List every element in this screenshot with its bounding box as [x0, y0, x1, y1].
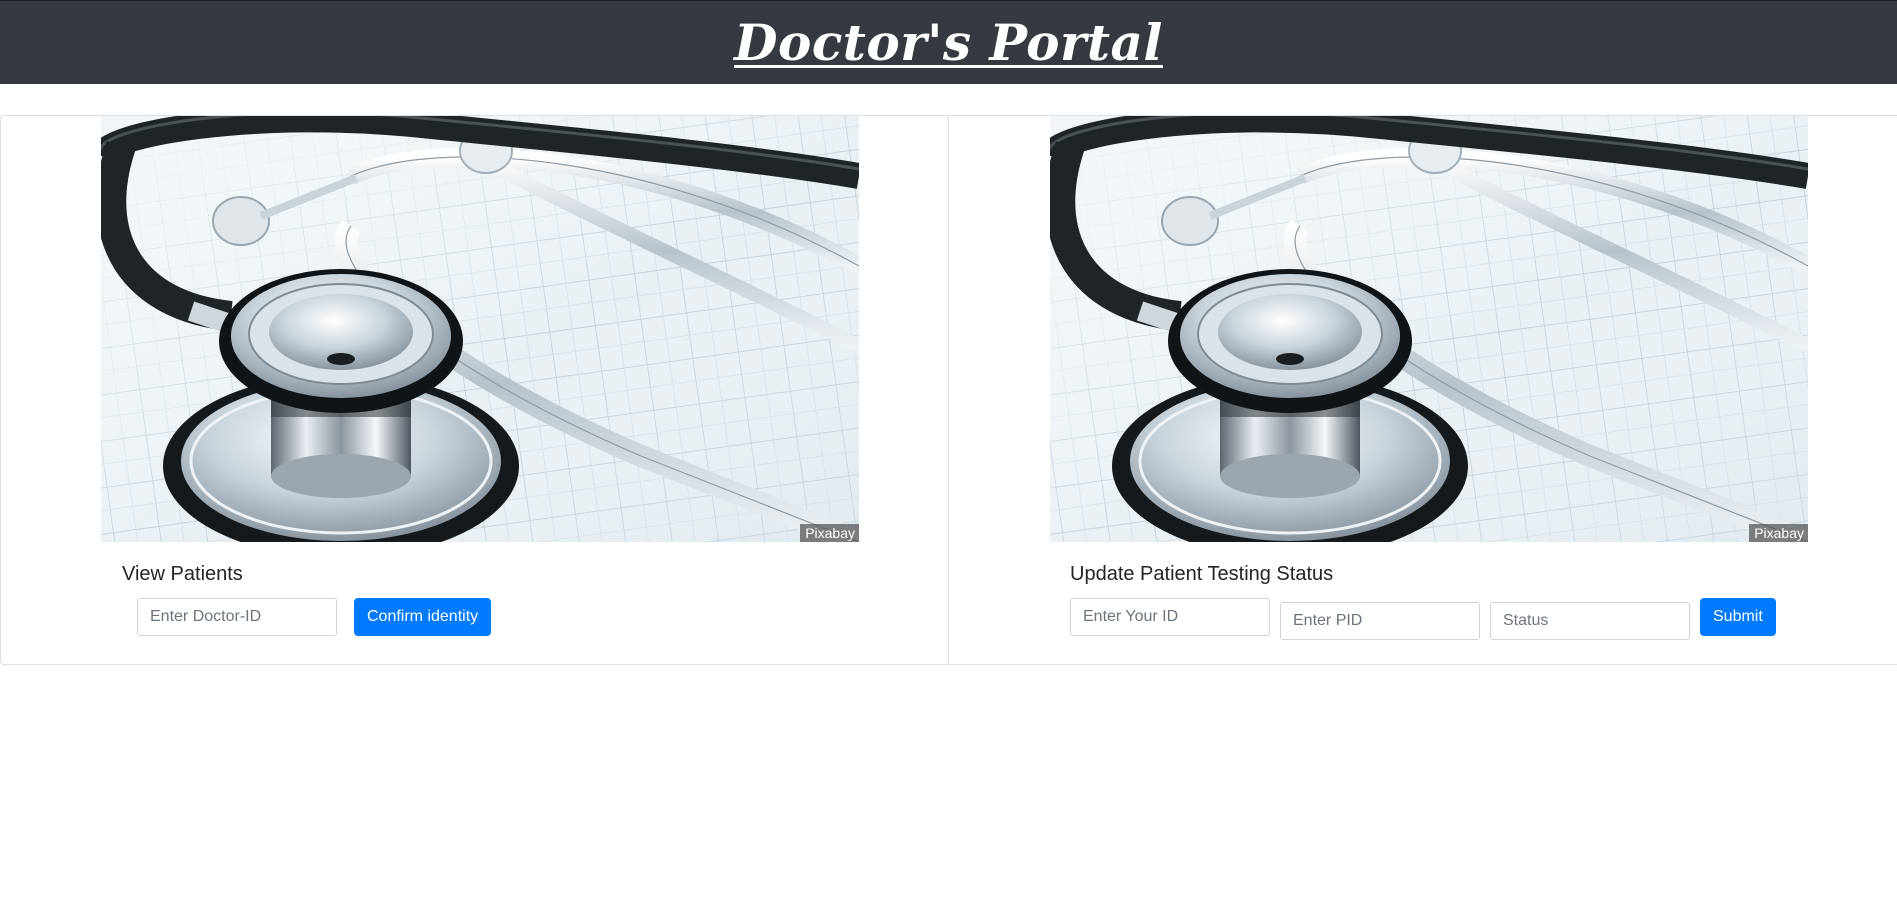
doctor-id-input[interactable]	[137, 598, 337, 636]
image-credit: Pixabay	[800, 524, 859, 542]
your-id-input[interactable]	[1070, 598, 1270, 636]
update-status-card: Pixabay Update Patient Testing Status Su…	[949, 116, 1897, 664]
image-credit: Pixabay	[1749, 524, 1808, 542]
update-status-title: Update Patient Testing Status	[1070, 563, 1334, 585]
card-deck: Pixabay View Patients Confirm identity	[0, 115, 1897, 665]
view-patients-title: View Patients	[122, 563, 243, 585]
stethoscope-photo: Pixabay	[101, 116, 859, 542]
page-title: Doctor's Portal	[734, 13, 1163, 72]
site-header: Doctor's Portal	[0, 0, 1897, 84]
pid-input[interactable]	[1280, 602, 1480, 640]
status-input[interactable]	[1490, 602, 1690, 640]
confirm-identity-button[interactable]: Confirm identity	[354, 598, 492, 636]
view-patients-card: Pixabay View Patients Confirm identity	[1, 116, 949, 664]
stethoscope-photo: Pixabay	[1050, 116, 1808, 542]
submit-button[interactable]: Submit	[1700, 598, 1776, 636]
